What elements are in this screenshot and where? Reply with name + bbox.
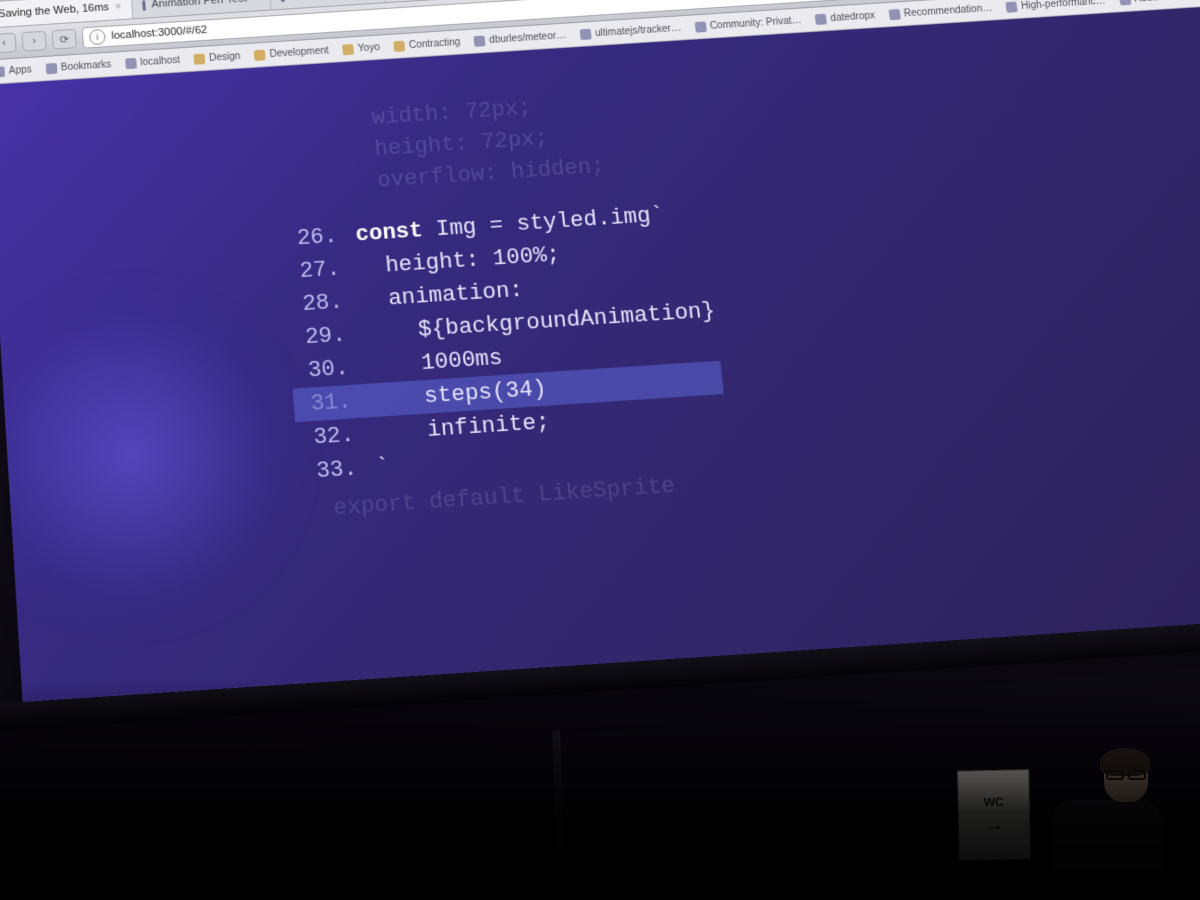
bookmark-item[interactable]: Audible reviewer [1119, 0, 1200, 5]
bookmark-item[interactable]: Bookmarks [45, 59, 111, 74]
room-floor-shadow [0, 680, 1200, 900]
bookmark-item[interactable]: Recommendation… [888, 3, 993, 20]
bookmark-folder[interactable]: Design [194, 51, 241, 65]
bookmark-folder[interactable]: Yoyo [342, 42, 380, 55]
bookmark-icon [45, 62, 57, 73]
favicon-icon [142, 0, 146, 10]
folder-icon [194, 53, 206, 64]
forward-button[interactable]: › [21, 31, 46, 52]
bookmark-item[interactable]: dburles/meteor… [474, 30, 567, 46]
bookmark-item[interactable]: localhost [125, 55, 181, 69]
github-icon [474, 35, 486, 46]
address-url: localhost:3000/#/62 [111, 24, 208, 42]
keyword: const [355, 218, 424, 247]
line-number: 30. [290, 350, 369, 388]
tab-label: Animation Perf Test [151, 0, 247, 10]
photo-scene: Chrome File Edit View History Bookmarks … [0, 0, 1200, 900]
bookmark-icon [888, 9, 900, 20]
favicon-icon [280, 0, 286, 2]
bookmark-icon [1119, 0, 1131, 5]
line-number: 32. [295, 417, 374, 456]
bookmark-item[interactable]: datedropx [815, 10, 876, 24]
tab-label: untitled - Paint [290, 0, 361, 1]
projector-glow [0, 262, 333, 654]
bookmark-item[interactable]: ultimatejs/tracker… [580, 23, 682, 40]
folder-icon [254, 49, 266, 60]
apps-shortcut[interactable]: Apps [0, 64, 32, 77]
tab-label: Saving the Web, 16ms [0, 2, 109, 21]
reload-button[interactable]: ⟳ [52, 29, 77, 50]
folder-icon [393, 40, 405, 51]
line-number: 26. [279, 219, 357, 257]
bookmark-item[interactable]: High-performanc… [1005, 0, 1106, 12]
line-number: 33. [298, 451, 377, 490]
bookmark-icon [815, 13, 827, 24]
line-number: 28. [284, 284, 362, 322]
bookmark-item[interactable]: Community: Privat… [694, 15, 802, 32]
site-info-icon[interactable]: i [89, 29, 106, 45]
dimmed-code-above: width: 72px; height: 72px; overflow: hid… [370, 89, 606, 197]
folder-icon [342, 43, 354, 54]
github-icon [580, 28, 592, 39]
apps-icon [0, 66, 5, 77]
back-button[interactable]: ‹ [0, 33, 17, 54]
close-icon[interactable]: × [115, 1, 122, 13]
line-number: 31. [293, 384, 372, 422]
bookmark-icon [125, 57, 137, 68]
line-number: 27. [282, 251, 360, 289]
bookmark-icon [694, 21, 706, 32]
bookmark-folder[interactable]: Contracting [393, 37, 460, 52]
projected-screen: Chrome File Edit View History Bookmarks … [0, 0, 1200, 706]
bookmark-icon [1005, 1, 1017, 12]
slide-viewport: width: 72px; height: 72px; overflow: hid… [0, 5, 1200, 709]
code-block: 26.const Img = styled.img` 27. height: 1… [279, 196, 732, 489]
line-number: 29. [287, 317, 366, 355]
bookmark-folder[interactable]: Development [254, 45, 329, 60]
close-icon[interactable]: × [252, 0, 259, 4]
